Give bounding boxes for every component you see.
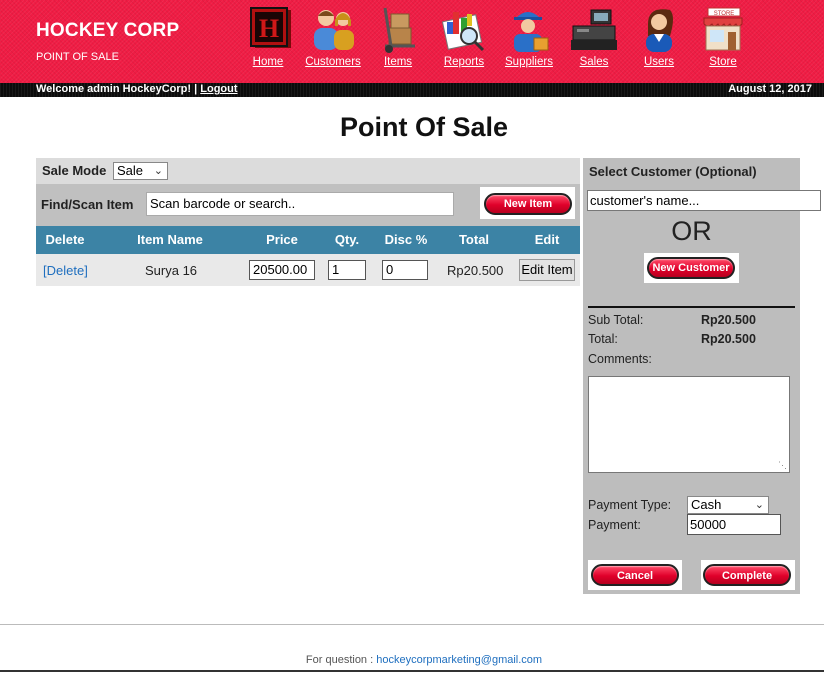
col-total: Total xyxy=(458,232,490,247)
table-row: [Delete] Surya 16 20500.00 1 0 Rp20.500 … xyxy=(36,254,580,286)
payment-type-label: Payment Type: xyxy=(588,498,672,512)
nav-label: Customers xyxy=(305,56,361,68)
edit-item-button[interactable]: Edit Item xyxy=(519,259,575,281)
chevron-down-icon: ⌄ xyxy=(153,165,163,177)
nav-label: Home xyxy=(252,56,284,68)
nav-reports[interactable]: Reports xyxy=(432,4,496,68)
col-disc: Disc % xyxy=(384,232,428,247)
comments-textarea[interactable]: ⋱ xyxy=(588,376,790,473)
reports-icon xyxy=(441,12,485,52)
page-title: Point Of Sale xyxy=(339,112,509,142)
welcome-message: Welcome admin HockeyCorp! | Logout xyxy=(36,83,238,96)
col-delete: Delete xyxy=(45,232,85,247)
cart-table-header: Delete Item Name Price Qty. Disc % Total… xyxy=(36,226,580,254)
nav-label: Reports xyxy=(443,56,485,68)
subtotal-value: Rp20.500 xyxy=(701,313,756,327)
sale-mode-value: Sale xyxy=(117,163,144,178)
nav-suppliers[interactable]: Suppliers xyxy=(497,4,561,68)
new-customer-button[interactable]: New Customer xyxy=(647,257,735,279)
sale-mode-select[interactable]: Sale ⌄ xyxy=(113,162,168,180)
svg-text:H: H xyxy=(259,14,279,43)
complete-button-frame: Complete xyxy=(701,560,795,590)
current-date: August 12, 2017 xyxy=(728,83,812,95)
nav-sales[interactable]: Sales xyxy=(562,4,626,68)
brand-subtitle: POINT OF SALE xyxy=(36,51,119,63)
payment-label: Payment: xyxy=(588,518,641,532)
customers-icon xyxy=(314,10,354,50)
store-sign: STORE xyxy=(714,11,735,17)
qty-input[interactable]: 1 xyxy=(328,260,366,280)
cancel-button[interactable]: Cancel xyxy=(591,564,679,586)
nav-customers[interactable]: Customers xyxy=(301,4,365,68)
sales-icon xyxy=(571,9,617,50)
brand-name: HOCKEY CORP xyxy=(36,20,180,41)
find-scan-label: Find/Scan Item xyxy=(41,197,134,212)
select-customer-title: Select Customer (Optional) xyxy=(589,164,757,179)
sale-mode-row: Sale Mode Sale ⌄ xyxy=(36,158,580,184)
disc-input[interactable]: 0 xyxy=(382,260,428,280)
welcome-text: Welcome admin HockeyCorp! | xyxy=(36,83,198,95)
row-total: Rp20.500 xyxy=(447,263,504,278)
bottom-border xyxy=(0,670,824,672)
new-item-button-frame: New Item xyxy=(480,187,575,219)
resize-grip-icon[interactable]: ⋱ xyxy=(778,460,787,471)
nav-users[interactable]: Users xyxy=(627,4,691,68)
sale-mode-label: Sale Mode xyxy=(42,163,107,178)
chevron-down-icon: ⌄ xyxy=(754,499,764,511)
users-icon xyxy=(646,9,673,52)
nav-label: Items xyxy=(383,56,413,68)
item-name: Surya 16 xyxy=(145,263,198,278)
search-input[interactable]: Scan barcode or search.. xyxy=(146,192,454,216)
nav-label: Users xyxy=(643,56,675,68)
customer-name-input[interactable]: customer's name... xyxy=(587,190,821,211)
nav-label: Sales xyxy=(579,56,609,68)
store-icon: STORE xyxy=(703,7,743,51)
total-value: Rp20.500 xyxy=(701,332,756,346)
col-qty: Qty. xyxy=(334,232,360,247)
home-icon: H xyxy=(250,7,291,48)
new-customer-button-frame: New Customer xyxy=(644,253,739,283)
cancel-button-frame: Cancel xyxy=(588,560,682,590)
col-edit: Edit xyxy=(534,232,560,247)
nav-store[interactable]: STORE Store xyxy=(691,4,755,68)
col-price: Price xyxy=(266,232,298,247)
contact-email-link[interactable]: hockeycorpmarketing@gmail.com xyxy=(376,654,542,666)
subtotal-label: Sub Total: xyxy=(588,313,644,327)
divider xyxy=(588,306,795,308)
nav-label: Store xyxy=(709,56,737,68)
or-separator: OR xyxy=(671,216,712,246)
comments-label: Comments: xyxy=(588,352,652,366)
payment-type-select[interactable]: Cash ⌄ xyxy=(687,496,769,514)
items-icon xyxy=(383,7,415,53)
find-scan-row: Find/Scan Item Scan barcode or search.. … xyxy=(36,184,580,226)
complete-button[interactable]: Complete xyxy=(703,564,791,586)
total-label: Total: xyxy=(588,332,618,346)
logout-link[interactable]: Logout xyxy=(200,83,237,95)
footer-divider xyxy=(0,624,824,625)
nav-home[interactable]: H Home xyxy=(236,4,300,68)
new-item-button[interactable]: New Item xyxy=(484,193,572,215)
payment-type-value: Cash xyxy=(691,497,722,512)
col-item-name: Item Name xyxy=(137,232,203,247)
delete-link[interactable]: [Delete] xyxy=(43,263,88,278)
nav-label: Suppliers xyxy=(505,56,553,68)
nav-items[interactable]: Items xyxy=(366,4,430,68)
header-banner: HOCKEY CORP POINT OF SALE H Home Custome… xyxy=(0,0,824,83)
welcome-bar: Welcome admin HockeyCorp! | Logout Augus… xyxy=(0,83,824,97)
payment-input[interactable]: 50000 xyxy=(687,514,781,535)
footer: For question : hockeycorpmarketing@gmail… xyxy=(0,654,824,666)
footer-text: For question : xyxy=(305,654,374,666)
checkout-panel: Select Customer (Optional) customer's na… xyxy=(583,158,821,594)
price-input[interactable]: 20500.00 xyxy=(249,260,315,280)
suppliers-icon xyxy=(514,12,549,52)
